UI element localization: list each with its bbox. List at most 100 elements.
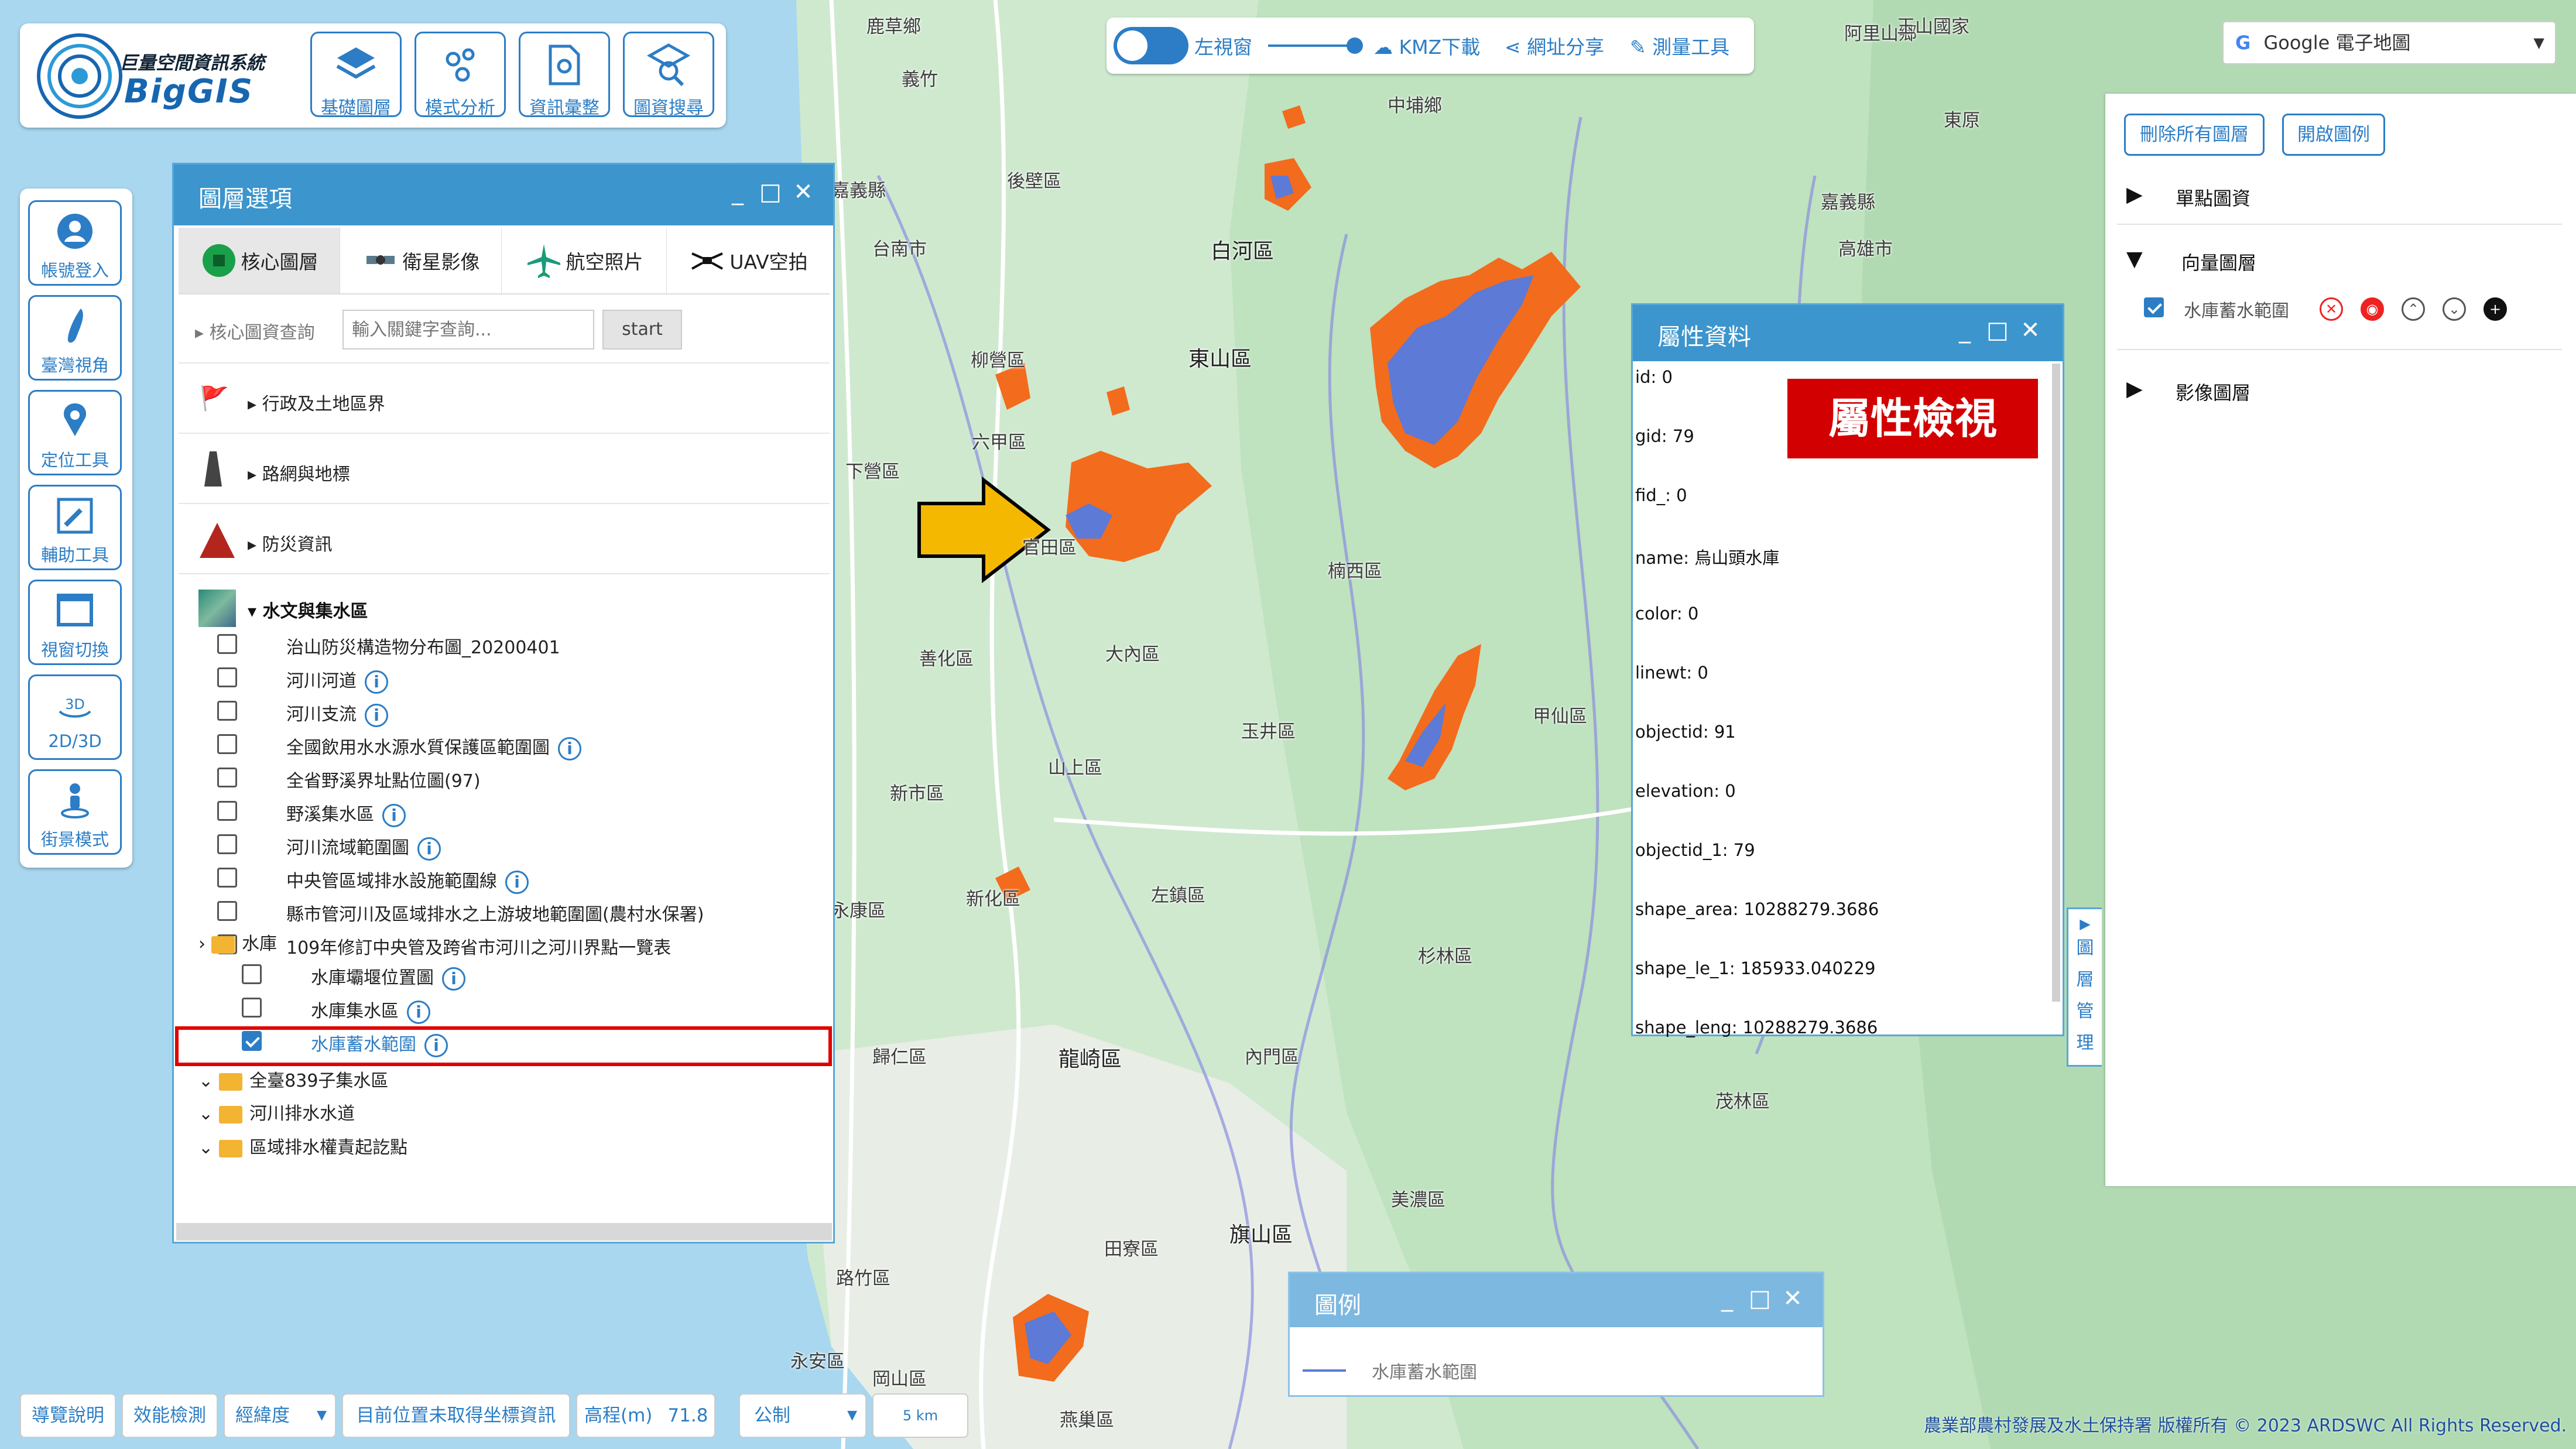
assist-tool-button[interactable]: 輔助工具 [28,485,122,570]
layer-folder[interactable]: › 水庫 [198,929,277,955]
layer-checkbox[interactable] [217,801,237,821]
close-icon[interactable]: ✕ [789,179,818,205]
analysis-icon [446,48,475,82]
taiwan-icon [67,309,83,343]
layer-checkbox[interactable] [217,634,237,654]
layer-checkbox[interactable] [217,734,237,754]
layer-panel-titlebar[interactable]: 圖層選項 _ □ ✕ [174,165,833,225]
layer-folder[interactable]: ⌄ 全臺839子集水區 [198,1066,388,1092]
info-icon[interactable]: i [365,703,388,727]
info-icon[interactable]: i [417,837,441,861]
map-place-label: 新化區 [966,889,1020,910]
layer-checkbox[interactable] [217,834,237,854]
maximize-icon[interactable]: □ [1745,1285,1775,1312]
remove-all-layers-button[interactable]: 刪除所有圖層 [2124,114,2265,156]
login-button[interactable]: 帳號登入 [28,200,122,286]
performance-button[interactable]: 效能檢測 [122,1393,218,1438]
image-layers-section[interactable]: 影像圖層 [2176,378,2250,405]
expand-image-icon[interactable]: ▶ [2126,377,2143,401]
layer-checkbox[interactable] [217,768,237,787]
opacity-slider[interactable] [1268,44,1356,47]
maximize-icon[interactable]: □ [756,179,785,205]
2d-3d-button[interactable]: 3D 2D/3D [28,674,122,760]
category-hydrology-label[interactable]: ▾ 水文與集水區 [248,597,368,622]
info-icon[interactable]: i [407,1000,430,1024]
basemap-select[interactable]: G Google 電子地圖 ▼ [2222,21,2556,64]
vector-layers-section[interactable]: 向量圖層 [2181,248,2256,275]
expand-point-icon[interactable]: ▶ [2126,183,2143,207]
left-window-toggle[interactable] [1114,27,1188,64]
map-place-label: 永康區 [831,900,886,922]
kmz-download-button[interactable]: ☁ KMZ下載 [1373,32,1480,60]
close-icon[interactable]: ✕ [2016,317,2045,344]
layer-checkbox[interactable] [242,998,262,1018]
minimize-icon[interactable]: _ [1712,1285,1742,1312]
taiwan-view-button[interactable]: 臺灣視角 [28,295,122,381]
layer-item: 全國飲用水水源水質保護區範圍圖 i [286,733,581,761]
guide-button[interactable]: 導覽說明 [20,1393,116,1438]
analysis-button[interactable]: 模式分析 [415,32,506,118]
legend-titlebar[interactable]: 圖例 _ □ ✕ [1290,1273,1823,1327]
minimize-icon[interactable]: _ [1950,317,1979,344]
move-down-icon[interactable]: ⌄ [2443,297,2466,321]
maximize-icon[interactable]: □ [1983,317,2012,344]
category-road[interactable]: ▸ 路網與地標 [179,435,830,504]
data-search-button[interactable]: 圖資搜尋 [623,32,714,118]
target-icon[interactable]: ◉ [2361,297,2384,321]
layer-checkbox[interactable] [242,964,262,984]
tab-satellite[interactable]: 衛星影像 [340,228,502,293]
layer-folder[interactable]: ⌄ 區域排水權責起訖點 [198,1133,407,1159]
attr-panel-titlebar[interactable]: 屬性資料 _ □ ✕ [1633,305,2063,361]
share-url-button[interactable]: ⋖ 網址分享 [1505,32,1604,60]
category-disaster[interactable]: ▸ 防災資訊 [179,505,830,574]
vertical-scrollbar[interactable] [2052,364,2060,1002]
map-place-label: 永安區 [790,1351,845,1372]
info-icon[interactable]: i [558,737,581,761]
vector-item-checkbox[interactable] [2144,297,2164,317]
info-icon[interactable]: i [442,967,465,991]
horizontal-scrollbar[interactable] [176,1223,832,1241]
layer-checkbox[interactable] [217,868,237,888]
folder-icon [219,1105,243,1123]
collapse-vector-icon[interactable]: ▼ [2126,247,2143,271]
open-legend-button[interactable]: 開啟圖例 [2282,114,2385,156]
info-icon[interactable]: i [505,870,529,894]
layer-folder[interactable]: ⌄ 河川排水水道 [198,1099,355,1125]
info-icon[interactable]: i [365,670,388,694]
coordinate-type-select[interactable]: 經緯度 ▼ [224,1393,336,1438]
attribute-row: color: 0 [1635,604,1699,624]
info-summary-button[interactable]: 資訊彙整 [519,32,610,118]
window-switch-button[interactable]: 視窗切換 [28,580,122,665]
locate-tool-button[interactable]: 定位工具 [28,390,122,475]
streetview-button[interactable]: 街景模式 [28,769,122,855]
close-icon[interactable]: ✕ [1778,1285,1807,1312]
layer-checkbox[interactable] [217,667,237,687]
point-layers-section[interactable]: 單點圖資 [2176,184,2250,211]
remove-layer-icon[interactable]: ✕ [2320,297,2343,321]
core-search-row: ▸ 核心圖資查詢 start [179,296,830,364]
opacity-slider-handle[interactable] [1347,37,1363,54]
core-search-input[interactable] [342,310,594,350]
layer-management-side-tab[interactable]: ▶ 圖層管理 [2067,907,2102,1067]
layer-checkbox[interactable] [217,901,237,921]
attribute-row: linewt: 0 [1635,663,1708,683]
chevron-right-icon: › [198,934,205,954]
minimize-icon[interactable]: _ [723,179,752,205]
tab-core-layers[interactable]: 核心圖層 [179,228,340,293]
attr-panel-title: 屬性資料 [1657,324,1751,351]
tab-aerial[interactable]: 航空照片 [502,228,667,293]
layer-checkbox[interactable] [217,701,237,721]
category-admin[interactable]: 🚩 ▸ 行政及土地區界 [179,365,830,434]
add-icon[interactable]: + [2483,297,2507,321]
map-place-label: 柳營區 [971,350,1025,371]
map-place-label: 高雄市 [1838,239,1893,260]
info-icon[interactable]: i [382,803,406,827]
chevron-down-icon: ⌄ [198,1138,214,1158]
unit-select[interactable]: 公制 ▼ [739,1393,866,1438]
move-up-icon[interactable]: ⌃ [2402,297,2425,321]
tab-uav[interactable]: UAV空拍 [667,228,830,293]
reservoir-layer-item: 水庫壩堰位置圖 i [311,963,465,991]
base-layer-button[interactable]: 基礎圖層 [310,32,402,118]
core-search-start-button[interactable]: start [602,310,682,350]
measure-tool-button[interactable]: ✎ 測量工具 [1630,32,1729,60]
